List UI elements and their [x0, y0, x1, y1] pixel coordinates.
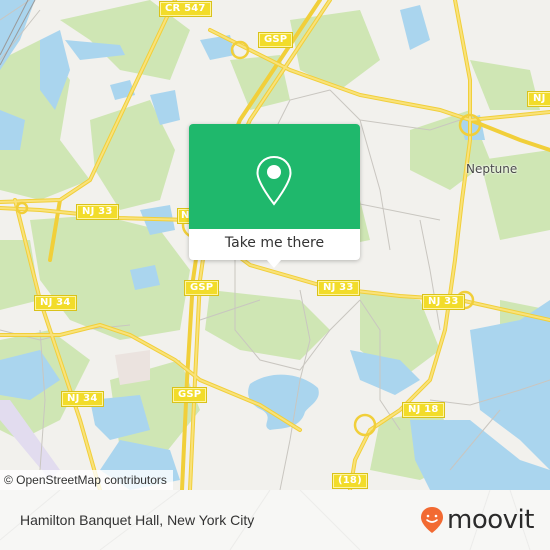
destination-popup[interactable]: Take me there [189, 124, 360, 260]
popup-pointer [266, 259, 282, 268]
road-shield-nj-34: NJ 34 [34, 295, 77, 311]
road-shield-nj-34: NJ 34 [61, 391, 104, 407]
place-label-neptune: Neptune [466, 162, 518, 176]
road-shield-nj-33: NJ 33 [76, 204, 119, 220]
map-pin-icon [256, 155, 292, 206]
moovit-logo[interactable]: moovit [420, 505, 534, 535]
road-shield-18: (18) [332, 473, 368, 489]
road-shield-gsp: GSP [183, 280, 220, 296]
take-me-there-button[interactable]: Take me there [189, 229, 360, 260]
road-shield-nj-33: NJ 33 [317, 280, 360, 296]
road-shield-nj: NJ [527, 91, 550, 107]
road-shield-gsp: GSP [257, 32, 294, 48]
road-shield-cr-547: CR 547 [159, 1, 212, 17]
road-shield-nj-18: NJ 18 [402, 402, 445, 418]
map-attribution[interactable]: © OpenStreetMap contributors [0, 470, 173, 490]
moovit-wordmark: moovit [447, 505, 534, 535]
industrial-area [115, 350, 150, 385]
road-shield-nj-33: NJ 33 [422, 294, 465, 310]
attribution-text: © OpenStreetMap contributors [4, 473, 167, 487]
popup-header [189, 124, 360, 229]
moovit-smile-pin-icon [421, 507, 443, 533]
location-title: Hamilton Banquet Hall, New York City [20, 512, 255, 528]
road-shield-gsp: GSP [171, 387, 208, 403]
